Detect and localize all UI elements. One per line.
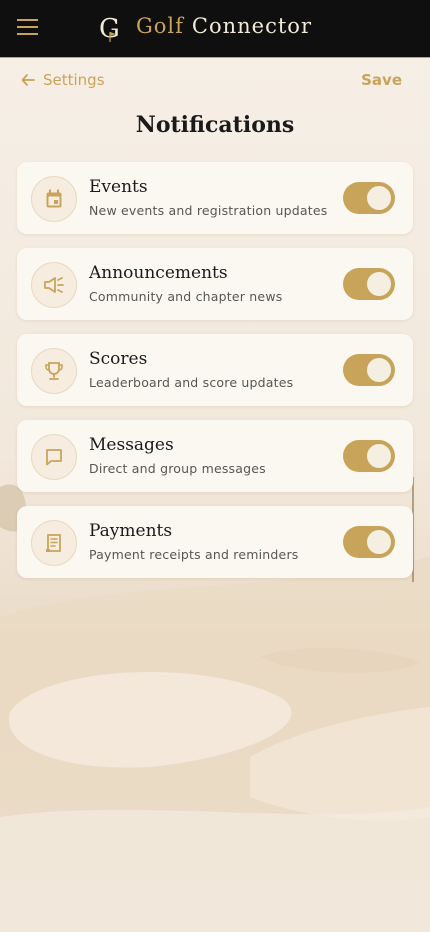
- app-header: G Golf Connector: [0, 0, 430, 58]
- hamburger-menu-icon[interactable]: [17, 19, 38, 37]
- trophy-icon: [31, 348, 77, 394]
- notification-label: Announcements: [89, 263, 228, 283]
- calendar-icon: [31, 176, 77, 222]
- receipt-icon: [31, 520, 77, 566]
- arrow-left-icon: [21, 74, 35, 86]
- notification-card-events: Events New events and registration updat…: [17, 162, 413, 234]
- notification-label: Events: [89, 177, 148, 197]
- toggle-knob: [367, 358, 391, 382]
- toggle-knob: [367, 530, 391, 554]
- back-label: Settings: [43, 71, 105, 89]
- notification-description: Direct and group messages: [89, 461, 266, 476]
- notification-description: Community and chapter news: [89, 289, 283, 304]
- toggle-knob: [367, 272, 391, 296]
- announcements-toggle[interactable]: [343, 268, 395, 300]
- brand-second-word: Connector: [191, 14, 312, 38]
- save-button[interactable]: Save: [361, 71, 402, 89]
- golf-connector-logo: G: [96, 12, 122, 44]
- events-toggle[interactable]: [343, 182, 395, 214]
- notification-card-payments: Payments Payment receipts and reminders: [17, 506, 413, 578]
- notification-card-announcements: Announcements Community and chapter news: [17, 248, 413, 320]
- svg-text:G: G: [99, 14, 120, 44]
- toggle-knob: [367, 186, 391, 210]
- payments-toggle[interactable]: [343, 526, 395, 558]
- notification-card-messages: Messages Direct and group messages: [17, 420, 413, 492]
- chat-icon: [31, 434, 77, 480]
- toggle-knob: [367, 444, 391, 468]
- notification-description: Leaderboard and score updates: [89, 375, 294, 390]
- notification-description: New events and registration updates: [89, 203, 328, 218]
- page-title: Notifications: [135, 112, 295, 138]
- back-to-settings-button[interactable]: Settings: [21, 71, 105, 89]
- notification-description: Payment receipts and reminders: [89, 547, 299, 562]
- brand-name: Golf Connector: [136, 14, 312, 38]
- messages-toggle[interactable]: [343, 440, 395, 472]
- notification-label: Messages: [89, 435, 174, 455]
- brand-first-word: Golf: [136, 14, 184, 38]
- scores-toggle[interactable]: [343, 354, 395, 386]
- notification-label: Payments: [89, 521, 173, 541]
- notification-card-scores: Scores Leaderboard and score updates: [17, 334, 413, 406]
- megaphone-icon: [31, 262, 77, 308]
- notification-label: Scores: [89, 349, 148, 369]
